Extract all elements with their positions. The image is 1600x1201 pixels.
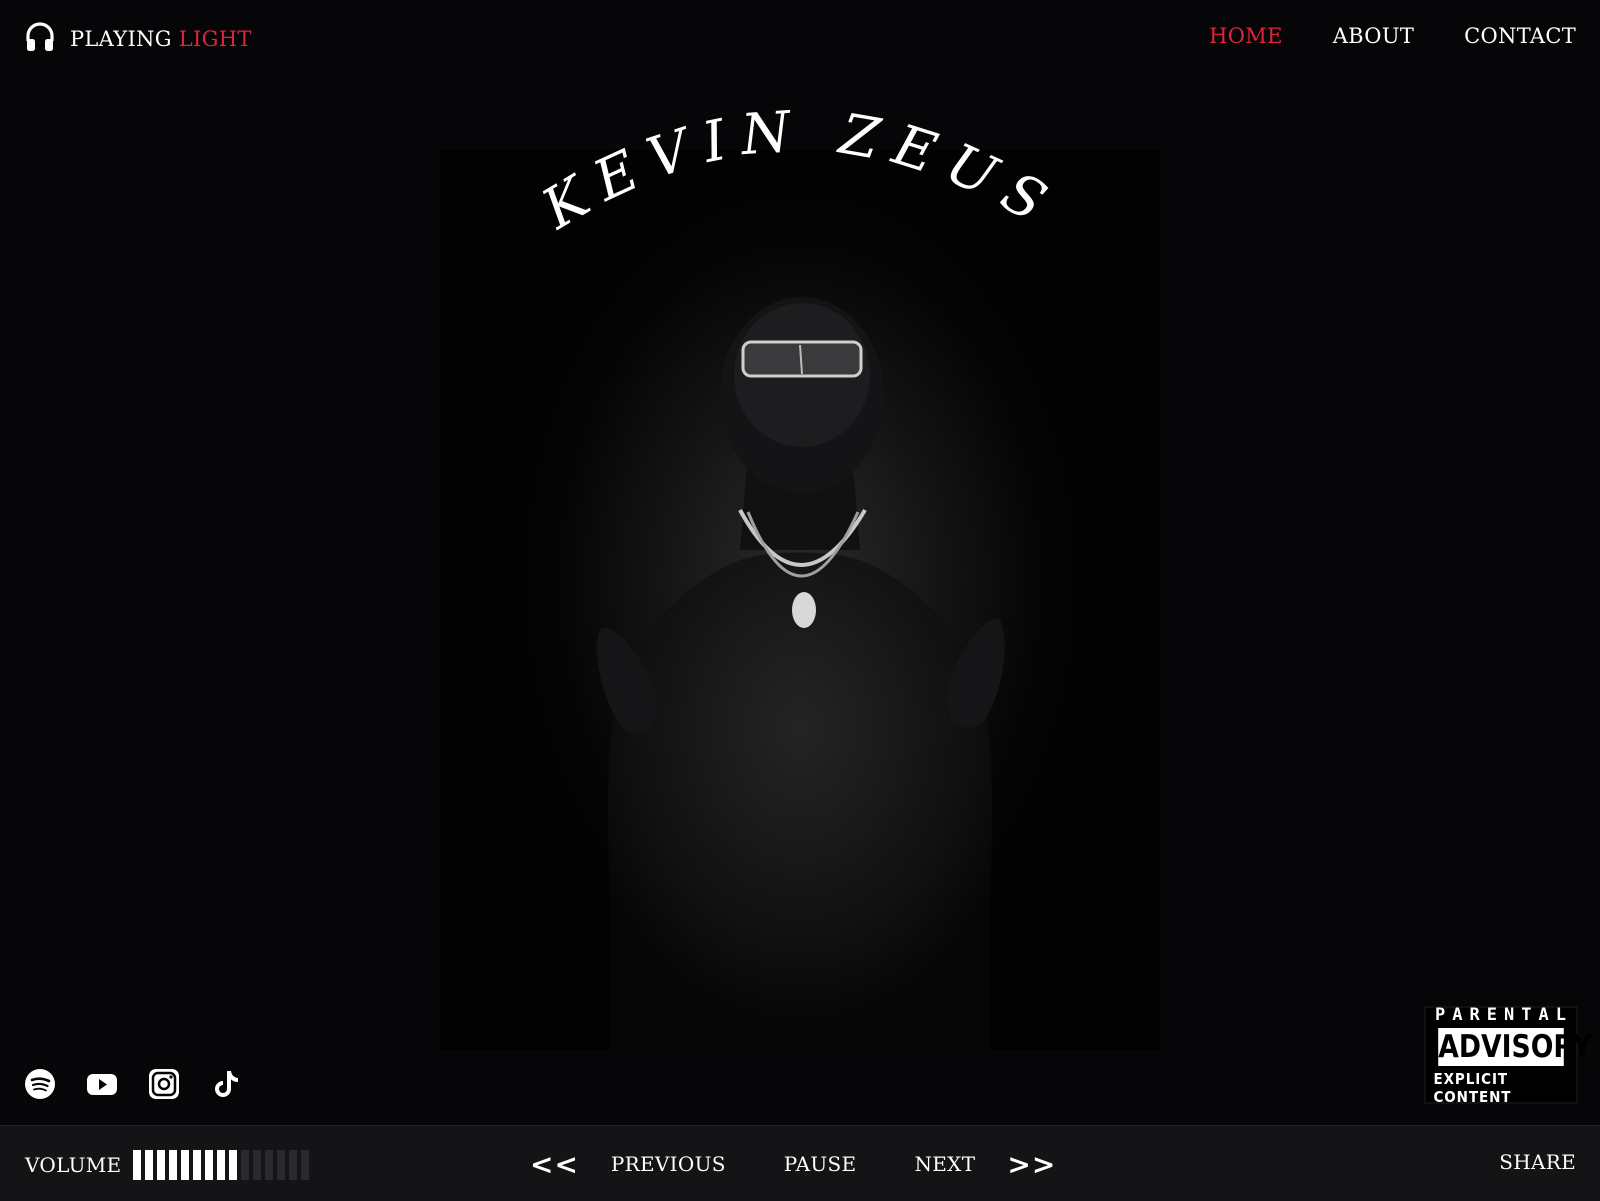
- volume-segment[interactable]: [253, 1150, 262, 1180]
- volume-label: VOLUME: [25, 1153, 122, 1177]
- artist-name: KEVIN ZEUS: [540, 99, 1060, 243]
- volume-segment[interactable]: [133, 1150, 142, 1180]
- volume-slider[interactable]: [133, 1150, 310, 1180]
- now-playing-prefix: PLAYING: [70, 27, 172, 51]
- album-artwork: [440, 150, 1160, 1050]
- instagram-icon[interactable]: [148, 1068, 180, 1100]
- volume-segment[interactable]: [217, 1150, 226, 1180]
- svg-text:KEVIN ZEUS: KEVIN ZEUS: [540, 99, 1060, 243]
- tiktok-icon[interactable]: [210, 1068, 242, 1100]
- volume-segment[interactable]: [265, 1150, 274, 1180]
- volume-segment[interactable]: [277, 1150, 286, 1180]
- spotify-icon[interactable]: [24, 1068, 56, 1100]
- nav-about[interactable]: ABOUT: [1333, 24, 1414, 48]
- now-playing-track: LIGHT: [178, 27, 252, 51]
- volume-segment[interactable]: [181, 1150, 190, 1180]
- advisory-line1: PARENTAL: [1435, 1004, 1573, 1025]
- next-button[interactable]: NEXT: [914, 1152, 975, 1176]
- now-playing-label: PLAYING LIGHT: [70, 27, 252, 51]
- volume-segment[interactable]: [145, 1150, 154, 1180]
- volume-segment[interactable]: [289, 1150, 298, 1180]
- social-links: [24, 1068, 242, 1100]
- volume-segment[interactable]: [169, 1150, 178, 1180]
- share-button[interactable]: SHARE: [1499, 1150, 1576, 1174]
- playback-controls: << PREVIOUS PAUSE NEXT >>: [530, 1144, 1056, 1184]
- nav-contact[interactable]: CONTACT: [1464, 24, 1576, 48]
- next-arrows[interactable]: >>: [1007, 1148, 1056, 1181]
- volume-segment[interactable]: [301, 1150, 310, 1180]
- artist-name-text: KEVIN ZEUS: [540, 99, 1055, 243]
- volume-segment[interactable]: [241, 1150, 250, 1180]
- volume-segment[interactable]: [205, 1150, 214, 1180]
- advisory-line3: EXPLICIT CONTENT: [1433, 1069, 1512, 1106]
- pause-button[interactable]: PAUSE: [784, 1152, 857, 1176]
- volume-segment[interactable]: [157, 1150, 166, 1180]
- advisory-line2: ADVISORY: [1438, 1027, 1592, 1066]
- logo[interactable]: PLAYING LIGHT: [24, 22, 252, 56]
- youtube-icon[interactable]: [86, 1068, 118, 1100]
- volume-segment[interactable]: [193, 1150, 202, 1180]
- previous-button[interactable]: PREVIOUS: [611, 1152, 726, 1176]
- parental-advisory-badge: PARENTAL ADVISORY EXPLICIT CONTENT: [1424, 1004, 1592, 1106]
- headphones-icon: [24, 21, 56, 57]
- volume-segment[interactable]: [229, 1150, 238, 1180]
- artist-photo: [596, 297, 1005, 1050]
- volume-control: VOLUME: [25, 1150, 310, 1180]
- nav-home[interactable]: HOME: [1209, 24, 1283, 48]
- main-nav: HOME ABOUT CONTACT: [1209, 24, 1576, 48]
- previous-arrows[interactable]: <<: [530, 1148, 579, 1181]
- player-bar: VOLUME << PREVIOUS PAUSE NEXT >> SHARE: [0, 1125, 1600, 1201]
- top-bar: PLAYING LIGHT HOME ABOUT CONTACT: [0, 0, 1600, 80]
